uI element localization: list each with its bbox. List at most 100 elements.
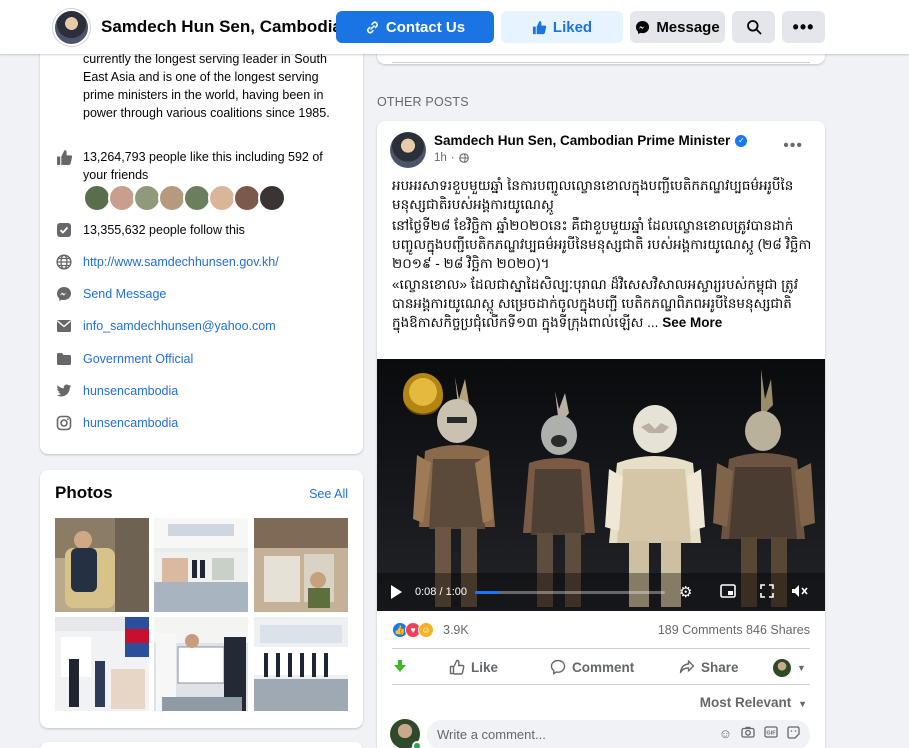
upvote-arrow-icon[interactable] [393,659,407,673]
dot-separator: · [450,152,455,164]
send-message-row: Send Message [55,285,343,303]
photos-card: Photos See All [40,470,363,728]
chevron-down-icon: ▼ [798,699,807,709]
post-body: អបអរសាទរខួបមួយឆ្នាំ នៃការបញ្ចូលល្ខោនខោលក… [392,176,812,334]
message-button[interactable]: Message [630,11,725,43]
picture-in-picture-icon[interactable] [720,584,736,602]
instagram-link[interactable]: hunsencambodia [83,414,343,432]
twitter-row: hunsencambodia [55,382,343,400]
comments-shares-count[interactable]: 189 Comments 846 Shares [658,623,810,637]
friend-avatar[interactable] [108,184,136,212]
contact-us-label: Contact Us [385,18,466,36]
sticker-icon[interactable] [787,726,800,742]
photo-thumbnail[interactable] [154,617,248,711]
settings-gear-icon[interactable]: ⚙ [679,583,692,601]
friend-avatar[interactable] [208,184,236,212]
post-paragraph-text: «ល្ខោនខោល» ដែលជាស្នាដៃសិល្បៈបុរាណ ដ៏វិសេ… [392,277,798,330]
page-avatar[interactable] [53,9,90,46]
friend-avatars[interactable] [83,184,286,212]
comment-button[interactable]: Comment [550,659,634,675]
more-options-button[interactable]: ••• [782,11,825,43]
twitter-icon [55,382,73,400]
see-all-photos-link[interactable]: See All [309,487,348,501]
react-as-selector[interactable]: ▼ [773,659,806,677]
fullscreen-icon[interactable] [760,584,774,602]
email-link[interactable]: info_samdechhunsen@yahoo.com [83,317,343,335]
website-link[interactable]: http://www.samdechhunsen.gov.kh/ [83,253,343,271]
photo-thumbnail[interactable] [154,518,248,612]
mute-volume-icon[interactable] [791,584,809,602]
share-label: Share [701,659,739,675]
divider [392,62,810,63]
next-card-stub [40,742,363,748]
likes-count-text: 13,264,793 people like this including 59… [83,150,323,182]
page-name[interactable]: Samdech Hun Sen, Cambodian… [101,17,369,37]
post-author-avatar[interactable] [390,132,426,168]
chevron-down-icon: ▼ [797,663,806,673]
post-card: Samdech Hun Sen, Cambodian Prime Ministe… [377,121,825,748]
envelope-icon [55,317,73,335]
category-link[interactable]: Government Official [83,350,343,368]
thumbs-up-icon [55,148,73,166]
friend-avatar[interactable] [133,184,161,212]
comment-input[interactable]: Write a comment... ☺ GIF [427,720,810,748]
link-icon [366,21,378,33]
play-icon[interactable] [391,585,402,599]
comment-sort-dropdown[interactable]: Most Relevant ▼ [700,695,807,710]
video-player[interactable]: 0:08 / 1:00 ⚙ [377,359,825,611]
online-status-dot [412,741,422,748]
camera-icon[interactable] [741,726,755,742]
instagram-row: hunsencambodia [55,414,343,432]
globe-icon [55,253,73,271]
share-button[interactable]: Share [679,659,739,675]
instagram-icon [55,414,73,432]
more-dots-icon: ••• [792,16,815,37]
like-label: Like [471,659,499,675]
photo-thumbnail[interactable] [55,617,149,711]
video-controls: 0:08 / 1:00 ⚙ [377,573,825,611]
friend-avatar[interactable] [83,184,111,212]
friend-avatar[interactable] [233,184,261,212]
post-paragraph: អបអរសាទរខួបមួយឆ្នាំ នៃការបញ្ចូលល្ខោនខោលក… [392,178,794,212]
video-progress-fill [475,591,500,594]
other-posts-heading: OTHER POSTS [377,95,469,109]
send-message-link[interactable]: Send Message [83,285,343,303]
like-button[interactable]: Like [449,659,498,675]
post-time-text[interactable]: 1h [434,152,447,164]
emoji-icon[interactable]: ☺ [719,726,732,742]
photo-thumbnail[interactable] [254,518,348,612]
photo-thumbnail[interactable] [55,518,149,612]
messenger-icon [55,285,73,303]
search-button[interactable] [732,11,775,43]
photo-thumbnail[interactable] [254,617,348,711]
friend-avatar[interactable] [258,184,286,212]
thumbs-up-outline-icon [449,659,465,675]
liked-label: Liked [552,18,593,36]
reactions-summary[interactable]: 👍 ♥ ☺ 3.9K [392,622,469,638]
friend-avatar[interactable] [183,184,211,212]
gif-icon[interactable]: GIF [764,726,778,742]
website-row: http://www.samdechhunsen.gov.kh/ [55,253,343,271]
contact-us-button[interactable]: Contact Us [336,11,494,43]
thumbs-up-icon [532,20,547,34]
post-options-icon[interactable]: ••• [783,137,803,155]
post-author-name[interactable]: Samdech Hun Sen, Cambodian Prime Ministe… [434,133,730,148]
globe-icon [458,153,469,163]
video-time: 0:08 / 1:00 [415,586,467,598]
friend-avatar[interactable] [158,184,186,212]
category-row: Government Official [55,350,343,368]
post-paragraph: នៅថ្ងៃទី២៨ ខែវិច្ឆិកា ឆ្នាំ២០២០នេះ គឺជាខ… [392,218,812,271]
divider [392,684,810,685]
share-arrow-icon [679,660,695,674]
liked-button[interactable]: Liked [501,11,623,43]
divider [392,648,810,649]
twitter-link[interactable]: hunsencambodia [83,382,343,400]
care-reaction-icon: ☺ [418,622,434,638]
follows-count-text: 13,355,632 people follow this [83,223,245,237]
photos-title: Photos [55,483,113,502]
video-progress-bar[interactable] [475,591,665,594]
see-more-link[interactable]: See More [662,315,722,330]
about-card: currently the longest serving leader in … [40,30,363,454]
about-bio: currently the longest serving leader in … [83,52,330,120]
check-square-icon [55,221,73,239]
